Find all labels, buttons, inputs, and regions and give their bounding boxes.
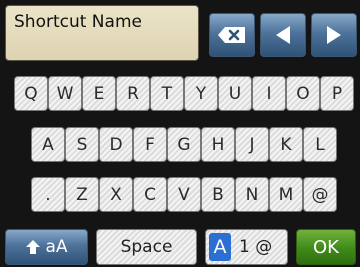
ok-button[interactable]: OK [296, 229, 356, 265]
key-n[interactable]: N [235, 177, 269, 212]
key-d[interactable]: D [99, 127, 133, 162]
key-o[interactable]: O [286, 76, 320, 111]
space-button[interactable]: Space [96, 229, 197, 265]
key-x[interactable]: X [99, 177, 133, 212]
ok-label: OK [313, 236, 339, 258]
shortcut-name-text: Shortcut Name [14, 12, 142, 32]
key-v[interactable]: V [167, 177, 201, 212]
key-p[interactable]: P [320, 76, 354, 111]
key-at[interactable]: @ [303, 177, 337, 212]
key-i[interactable]: I [252, 76, 286, 111]
key-h[interactable]: H [201, 127, 235, 162]
key-k[interactable]: K [269, 127, 303, 162]
key-j[interactable]: J [235, 127, 269, 162]
key-e[interactable]: E [82, 76, 116, 111]
key-l[interactable]: L [303, 127, 337, 162]
key-g[interactable]: G [167, 127, 201, 162]
backspace-icon [218, 27, 245, 43]
key-q[interactable]: Q [14, 76, 48, 111]
key-z[interactable]: Z [65, 177, 99, 212]
key-s[interactable]: S [65, 127, 99, 162]
space-label: Space [120, 237, 173, 257]
mode-active-letter: A [209, 233, 231, 261]
key-a[interactable]: A [31, 127, 65, 162]
mode-other-label: 1 @ [239, 237, 273, 257]
key-period[interactable]: . [31, 177, 65, 212]
shift-case-button[interactable]: aA [5, 229, 88, 265]
shift-up-arrow-icon [26, 240, 41, 254]
cursor-right-button[interactable] [311, 13, 357, 57]
backspace-button[interactable] [209, 13, 255, 57]
key-f[interactable]: F [133, 127, 167, 162]
keyboard-screen: Shortcut Name Q W E R T Y U I O P A S D … [0, 0, 360, 267]
shift-case-label: aA [45, 237, 68, 257]
key-t[interactable]: T [150, 76, 184, 111]
cursor-left-button[interactable] [260, 13, 306, 57]
shortcut-name-field[interactable]: Shortcut Name [5, 5, 199, 61]
arrow-right-icon [327, 26, 341, 44]
key-m[interactable]: M [269, 177, 303, 212]
input-mode-button[interactable]: A 1 @ [205, 229, 288, 265]
key-r[interactable]: R [116, 76, 150, 111]
key-c[interactable]: C [133, 177, 167, 212]
key-b[interactable]: B [201, 177, 235, 212]
arrow-left-icon [276, 26, 290, 44]
key-y[interactable]: Y [184, 76, 218, 111]
key-u[interactable]: U [218, 76, 252, 111]
key-w[interactable]: W [48, 76, 82, 111]
